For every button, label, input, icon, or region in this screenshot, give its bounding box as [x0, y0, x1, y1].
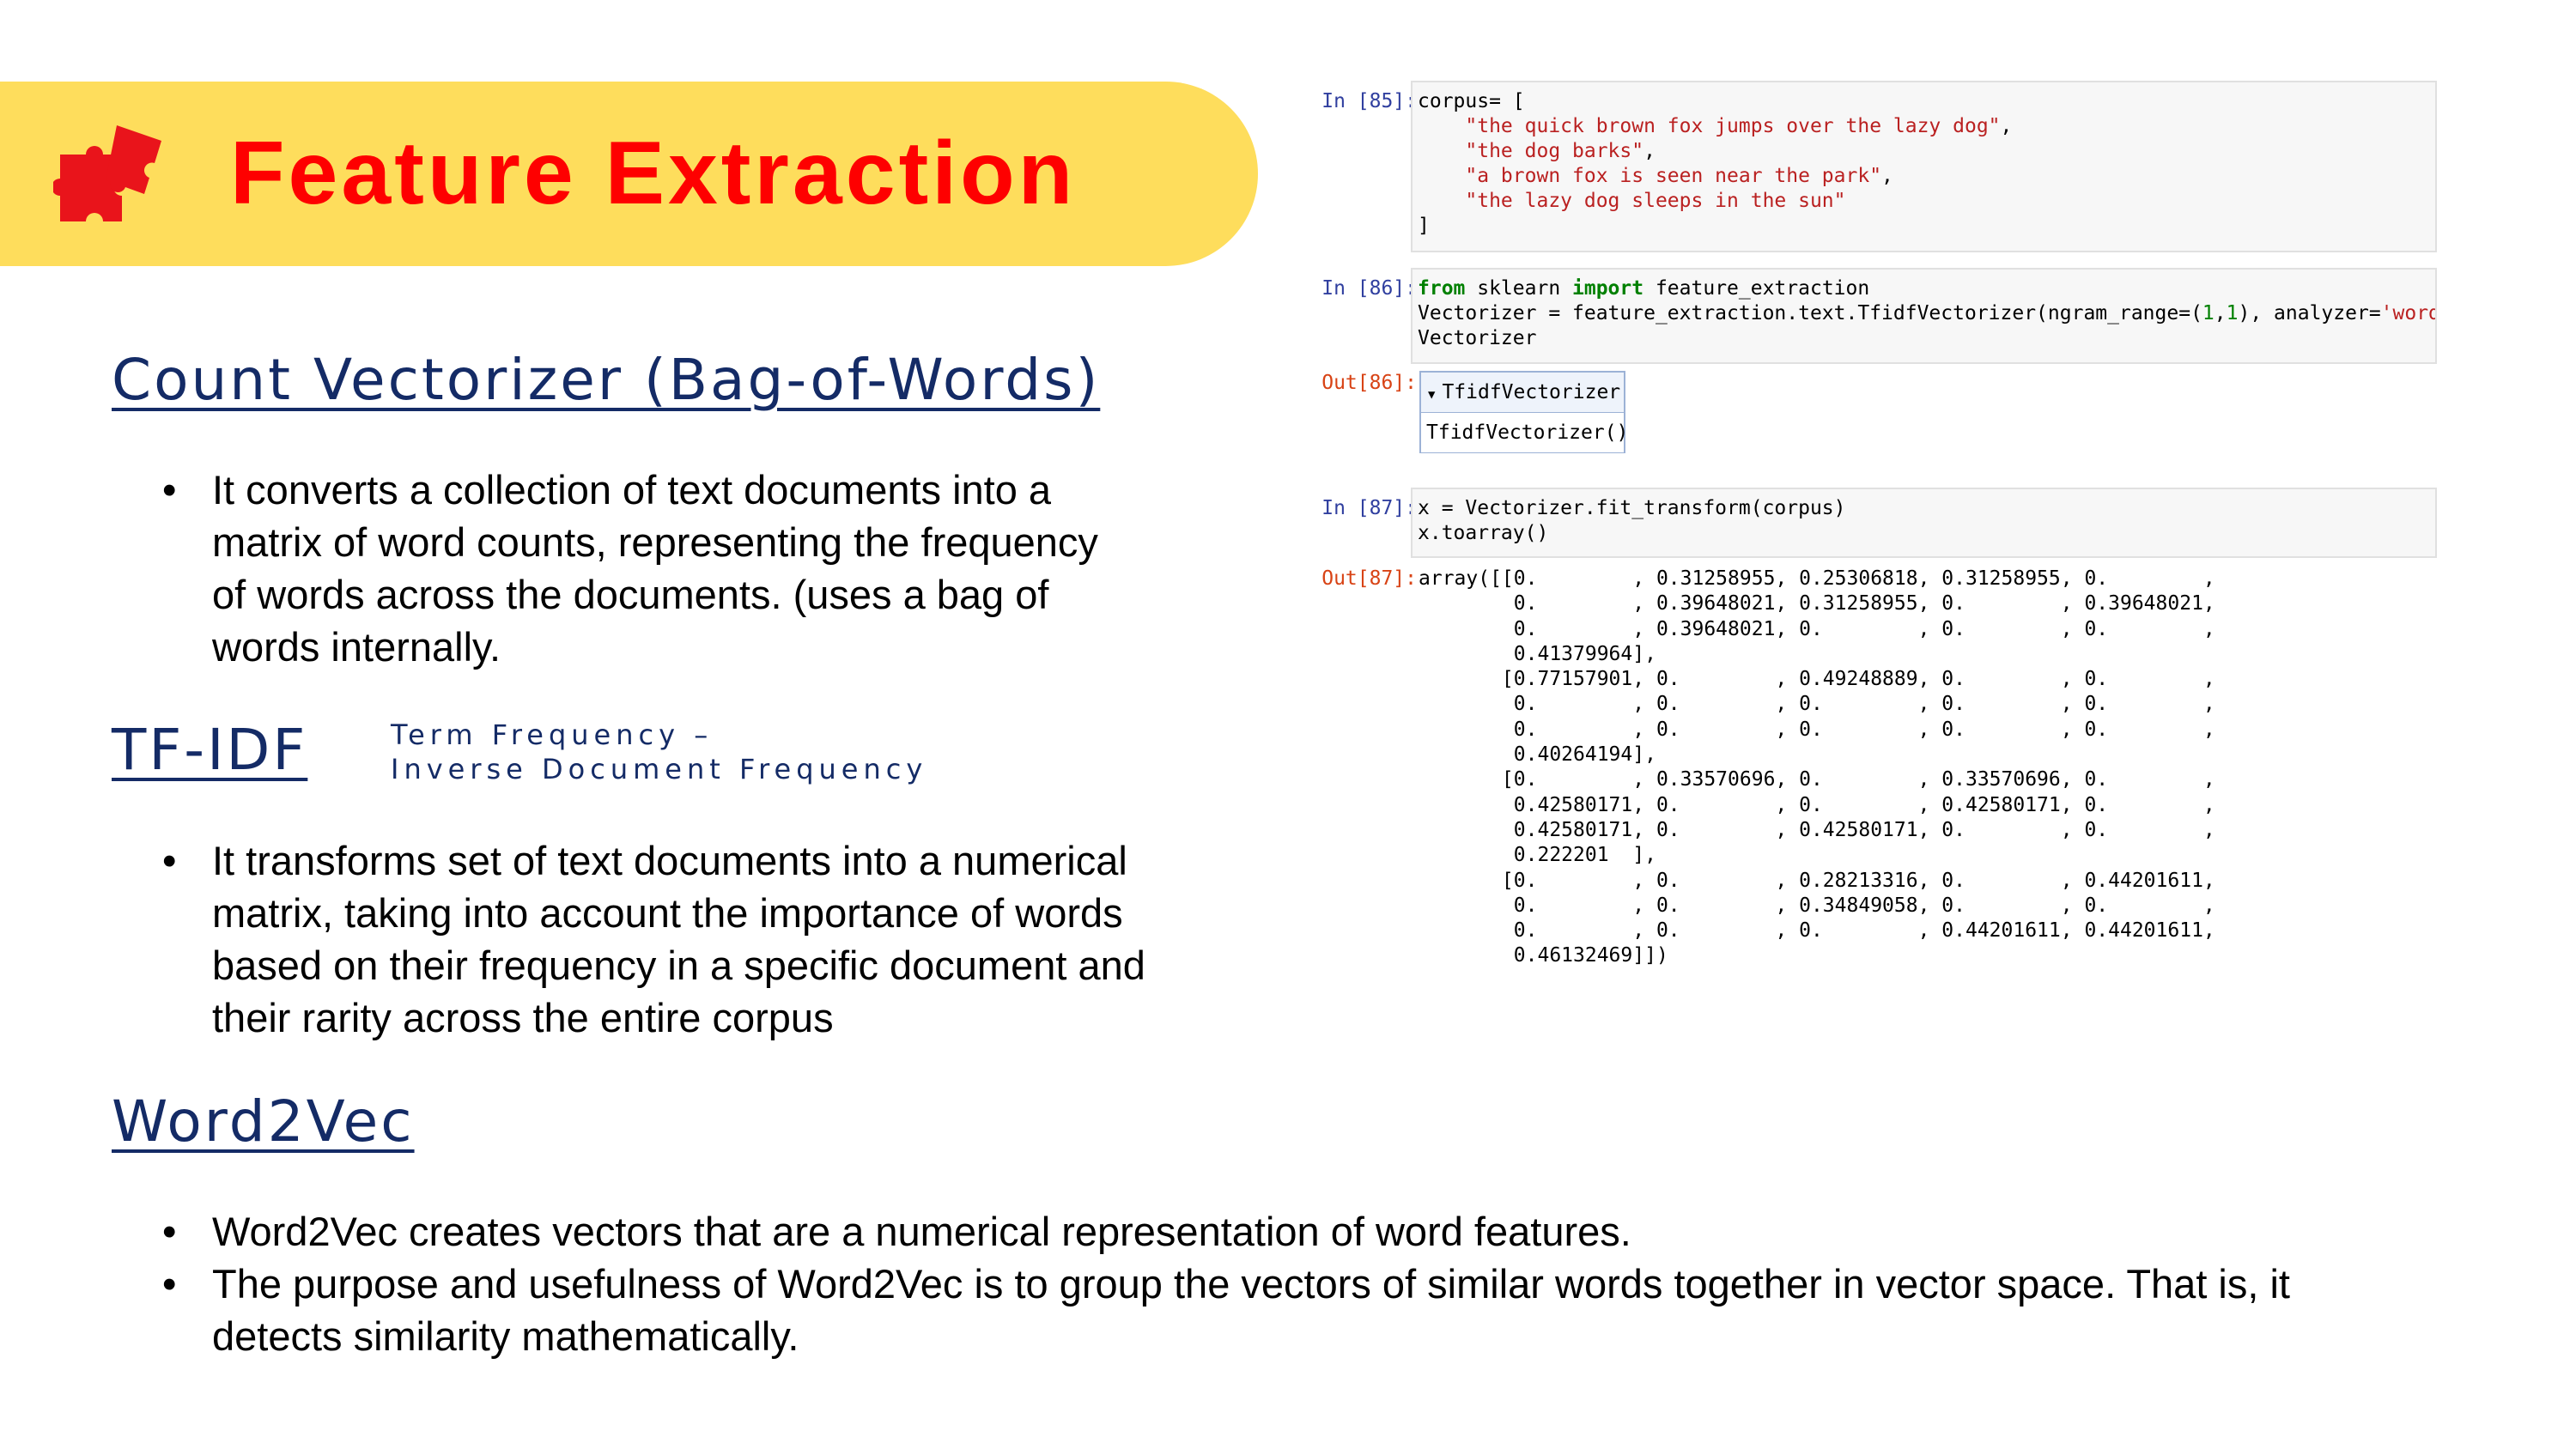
bullet-text-line: It converts a collection of text documen…: [212, 467, 1052, 512]
code-token: x = Vectorizer.fit_transform(corpus): [1418, 497, 1846, 519]
bullet-text-line: The purpose and usefulness of Word2Vec i…: [212, 1261, 2290, 1307]
code-line: from sklearn import feature_extraction: [1418, 276, 2430, 301]
output-line: 0. , 0.39648021, 0.31258955, 0. , 0.3964…: [1419, 592, 2215, 615]
tfidf-subtitle-line2: Inverse Document Frequency: [391, 753, 928, 785]
bullet-text-line: detects similarity mathematically.: [212, 1313, 799, 1359]
tfidf-estimator-widget[interactable]: ▼ TfidfVectorizer TfidfVectorizer(): [1419, 371, 1628, 453]
code-line: corpus= [: [1418, 89, 2430, 114]
code-line: "a brown fox is seen near the park",: [1418, 164, 2430, 189]
caret-down-icon: ▼: [1428, 388, 1436, 402]
code-token: ]: [1418, 215, 1430, 237]
prompt-out-86: Out[86]:: [1321, 372, 1417, 394]
bullet-text-line: It transforms set of text documents into…: [212, 838, 1127, 883]
tfidf-bullets: • It transforms set of text documents int…: [112, 834, 1245, 1044]
code-token: ,: [1881, 165, 1893, 187]
bullet-dot-icon: •: [162, 1209, 177, 1254]
output-line: array([[0. , 0.31258955, 0.25306818, 0.3…: [1419, 567, 2215, 590]
page-title: Feature Extraction: [230, 124, 1077, 223]
output-line: 0. , 0. , 0. , 0. , 0. ,: [1419, 693, 2215, 716]
bullet-item: • It transforms set of text documents int…: [112, 834, 1245, 1044]
output-line: 0. , 0. , 0. , 0. , 0. ,: [1419, 718, 2215, 741]
prompt-in-85: In [85]:: [1321, 90, 1417, 112]
bullet-item: • Word2Vec creates vectors that are a num…: [112, 1205, 2550, 1258]
output-line: [0. , 0.33570696, 0. , 0.33570696, 0. ,: [1419, 768, 2215, 791]
code-line: "the dog barks",: [1418, 139, 2430, 164]
bullet-dot-icon: •: [162, 467, 177, 512]
code-line: "the lazy dog sleeps in the sun": [1418, 189, 2430, 214]
code-number: 1: [2226, 302, 2239, 324]
output-line: [0.77157901, 0. , 0.49248889, 0. , 0. ,: [1419, 668, 2215, 691]
code-line: Vectorizer = feature_extraction.text.Tfi…: [1418, 301, 2435, 326]
code-string: 'word': [2380, 302, 2435, 324]
code-keyword: from: [1418, 277, 1466, 300]
count-vectorizer-bullets: • It converts a collection of text docume…: [112, 464, 1245, 673]
bullet-dot-icon: •: [162, 838, 177, 883]
output-line: [0. , 0. , 0.28213316, 0. , 0.44201611,: [1419, 869, 2215, 892]
output-line: 0.46132469]]): [1419, 944, 1668, 967]
bullet-text-line: matrix, taking into account the importan…: [212, 890, 1123, 936]
bullet-dot-icon: •: [162, 1261, 177, 1307]
code-token: ,: [1643, 140, 1656, 162]
output-line: 0. , 0. , 0.34849058, 0. , 0. ,: [1419, 894, 2215, 917]
estimator-widget-header[interactable]: ▼ TfidfVectorizer: [1421, 373, 1624, 413]
code-token: sklearn: [1465, 277, 1573, 300]
code-cell-86[interactable]: from sklearn import feature_extraction Ve…: [1411, 268, 2437, 364]
bullet-text-line: their rarity across the entire corpus: [212, 995, 834, 1040]
code-line: x = Vectorizer.fit_transform(corpus): [1418, 496, 2430, 521]
code-token: Vectorizer: [1418, 327, 1537, 349]
output-array-87: array([[0. , 0.31258955, 0.25306818, 0.3…: [1419, 567, 2215, 969]
estimator-widget-body: TfidfVectorizer(): [1421, 413, 1628, 452]
code-number: 1: [2202, 302, 2215, 324]
bullet-text-line: matrix of word counts, representing the …: [212, 519, 1098, 565]
code-cell-87[interactable]: x = Vectorizer.fit_transform(corpus) x.to…: [1411, 488, 2437, 558]
prompt-in-86: In [86]:: [1321, 277, 1417, 300]
bullet-text-line: words internally.: [212, 624, 501, 670]
estimator-widget-title: TfidfVectorizer: [1442, 381, 1621, 403]
output-line: 0.42580171, 0. , 0.42580171, 0. , 0. ,: [1419, 818, 2215, 841]
code-token: ,: [2214, 302, 2227, 324]
code-token: ), analyzer=: [2238, 302, 2381, 324]
output-line: 0.222201 ],: [1419, 844, 1656, 867]
heading-tfidf: TF-IDF: [112, 717, 308, 783]
word2vec-bullets: • Word2Vec creates vectors that are a num…: [112, 1205, 2550, 1362]
heading-word2vec: Word2Vec: [112, 1088, 415, 1155]
code-token: feature_extraction: [1643, 277, 1870, 300]
code-line: x.toarray(): [1418, 521, 2430, 546]
code-token: x.toarray(): [1418, 522, 1549, 544]
code-line: ]: [1418, 214, 2430, 239]
output-line: 0.40264194],: [1419, 743, 1656, 767]
bullet-item: • It converts a collection of text docume…: [112, 464, 1245, 673]
code-keyword: import: [1572, 277, 1644, 300]
bullet-text-line: of words across the documents. (uses a b…: [212, 572, 1049, 617]
bullet-text-line: Word2Vec creates vectors that are a nume…: [212, 1209, 1631, 1254]
heading-count-vectorizer: Count Vectorizer (Bag-of-Words): [112, 347, 1101, 413]
output-line: 0.41379964],: [1419, 642, 1656, 665]
tfidf-subtitle-line1: Term Frequency –: [391, 718, 714, 751]
code-string: "a brown fox is seen near the park": [1465, 165, 1882, 187]
output-line: 0. , 0.39648021, 0. , 0. , 0. ,: [1419, 617, 2215, 640]
code-string: "the dog barks": [1465, 140, 1644, 162]
prompt-in-87: In [87]:: [1321, 497, 1417, 519]
code-string: "the quick brown fox jumps over the lazy…: [1465, 115, 2001, 137]
code-token: Vectorizer = feature_extraction.text.Tfi…: [1418, 302, 2202, 324]
code-cell-85[interactable]: corpus= [ "the quick brown fox jumps ove…: [1411, 81, 2437, 252]
code-line: Vectorizer: [1418, 326, 2430, 351]
output-line: 0. , 0. , 0. , 0.44201611, 0.44201611,: [1419, 919, 2215, 943]
code-string: "the lazy dog sleeps in the sun": [1465, 190, 1846, 212]
code-line: "the quick brown fox jumps over the lazy…: [1418, 114, 2430, 139]
code-token: ,: [2000, 115, 2013, 137]
bullet-text-line: based on their frequency in a specific d…: [212, 943, 1145, 988]
output-line: 0.42580171, 0. , 0. , 0.42580171, 0. ,: [1419, 793, 2215, 816]
puzzle-icon: [53, 125, 161, 221]
bullet-item: • The purpose and usefulness of Word2Vec …: [112, 1258, 2550, 1362]
code-token: corpus= [: [1418, 90, 1525, 112]
prompt-out-87: Out[87]:: [1321, 567, 1417, 590]
